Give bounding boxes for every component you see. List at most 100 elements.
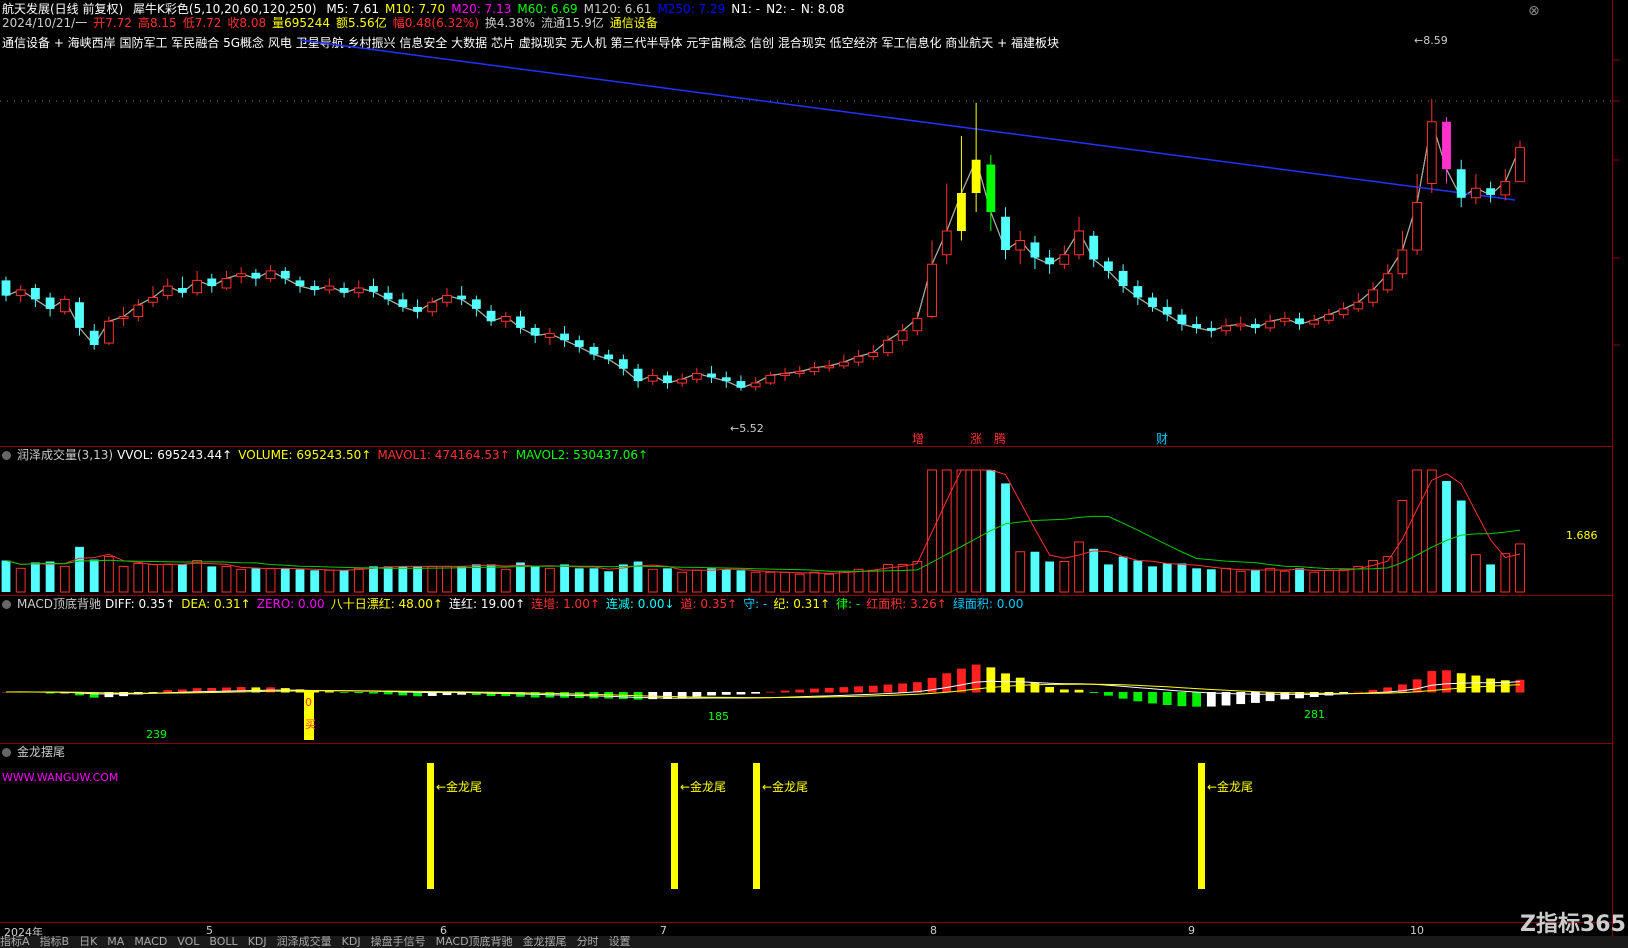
candle-body	[604, 354, 614, 360]
macd-bar	[1074, 689, 1084, 693]
macd-bar	[1206, 692, 1216, 707]
indicator-tab[interactable]: BOLL	[209, 936, 237, 948]
volume-bar	[45, 561, 55, 592]
candle-body	[824, 365, 835, 369]
volume-bar	[383, 566, 393, 592]
volume-bar	[971, 469, 982, 593]
volume-bar	[177, 564, 187, 592]
indicator-tab[interactable]: 设置	[609, 936, 631, 948]
volume-bar	[853, 568, 864, 593]
candle-body	[1265, 320, 1276, 329]
indicator-tab[interactable]: 操盘手信号	[371, 936, 426, 948]
indicator-tab[interactable]: KDJ	[248, 936, 267, 948]
volume-bar	[192, 560, 202, 593]
indicator-tab[interactable]: MACD	[134, 936, 167, 948]
candle-body	[883, 339, 893, 354]
volume-bar	[207, 566, 217, 592]
macd-bar	[721, 692, 731, 695]
indicator-tab[interactable]: 指标B	[40, 936, 70, 948]
macd-bar	[589, 692, 599, 699]
candle-body	[1515, 146, 1525, 183]
macd-bar	[1001, 673, 1010, 693]
candle-body	[324, 285, 335, 291]
volume-peak-label: 1.686	[1566, 529, 1598, 542]
volume-bar	[15, 567, 26, 593]
volume-bar	[413, 566, 422, 592]
candle-body	[148, 297, 158, 303]
macd-bar	[868, 685, 878, 693]
candle-body	[1309, 319, 1320, 325]
indicator-tab[interactable]: 分时	[577, 936, 599, 948]
macd-bar	[824, 687, 834, 693]
candle-body	[1030, 242, 1040, 258]
volume-ma-line	[5, 469, 1521, 575]
volume-bar	[310, 570, 320, 592]
candle-body	[750, 382, 761, 388]
volume-bar	[1470, 554, 1481, 593]
candle-body	[383, 292, 393, 300]
volume-bar	[1221, 567, 1231, 593]
volume-bar	[265, 567, 276, 593]
candle-body	[838, 361, 849, 367]
candle-body	[1, 280, 11, 296]
volume-bar	[30, 562, 40, 592]
indicator-tab[interactable]: 指标A	[0, 936, 30, 948]
volume-bar	[1133, 560, 1143, 592]
volume-bar	[353, 567, 364, 593]
candle-body	[118, 316, 129, 319]
ma-line	[5, 121, 1521, 389]
candle-body	[457, 295, 467, 300]
high-annotation: ←8.59	[1414, 34, 1448, 47]
volume-bar	[1397, 500, 1408, 593]
indicator-tab[interactable]: KDJ	[342, 936, 361, 948]
candle-body	[133, 304, 144, 318]
candle-body	[897, 330, 908, 341]
volume-bar	[707, 568, 716, 592]
volume-bar	[780, 571, 790, 593]
candle-body	[192, 279, 202, 294]
indicator-tab[interactable]: 日K	[79, 936, 97, 948]
volume-bar	[1162, 563, 1172, 592]
jinlong-signal-bar	[753, 763, 760, 889]
candle-body	[721, 377, 731, 382]
candle-body	[794, 371, 805, 375]
candle-body	[471, 299, 481, 309]
volume-bar	[1074, 541, 1084, 593]
macd-bar	[1251, 692, 1260, 703]
candle-body	[89, 330, 99, 345]
candle-body	[1221, 325, 1231, 332]
indicator-tab[interactable]: 金龙摆尾	[523, 936, 567, 948]
macd-bar	[765, 691, 775, 693]
macd-bar	[986, 667, 996, 693]
candle-body	[1192, 324, 1202, 328]
volume-bar	[912, 561, 923, 593]
candle-body	[486, 310, 496, 322]
volume-bar	[339, 570, 349, 592]
volume-bar	[721, 569, 731, 592]
indicator-tab[interactable]: VOL	[177, 936, 199, 948]
indicator-tab[interactable]: MA	[107, 936, 124, 948]
volume-bar	[1206, 569, 1216, 592]
macd-bar	[1148, 692, 1157, 704]
candle-body	[1148, 297, 1157, 307]
macd-bar	[1089, 692, 1099, 693]
candle-body	[251, 272, 261, 279]
macd-bar	[1368, 689, 1378, 693]
macd-bar	[692, 692, 702, 697]
candle-body	[677, 378, 688, 384]
candle-body	[369, 286, 378, 292]
indicator-tab[interactable]: MACD顶底背驰	[436, 936, 513, 948]
indicator-tab[interactable]: 润泽成交量	[277, 936, 332, 948]
volume-bar	[486, 564, 496, 592]
macd-bar	[957, 668, 966, 693]
candle-body	[853, 355, 864, 363]
volume-bar	[162, 563, 173, 593]
candle-body	[75, 302, 84, 328]
volume-bar	[369, 566, 378, 592]
macd-bar	[883, 684, 893, 693]
area-label: 185	[708, 710, 729, 723]
candle-body	[633, 368, 643, 382]
candle-body	[1397, 249, 1408, 275]
volume-bar	[1177, 563, 1187, 592]
chart-canvas[interactable]: ←5.52 ←8.59 增 涨腾 财 1.686 239 185 281 0 买 ←金龙尾 ←金龙尾 ←金…	[0, 0, 1628, 948]
